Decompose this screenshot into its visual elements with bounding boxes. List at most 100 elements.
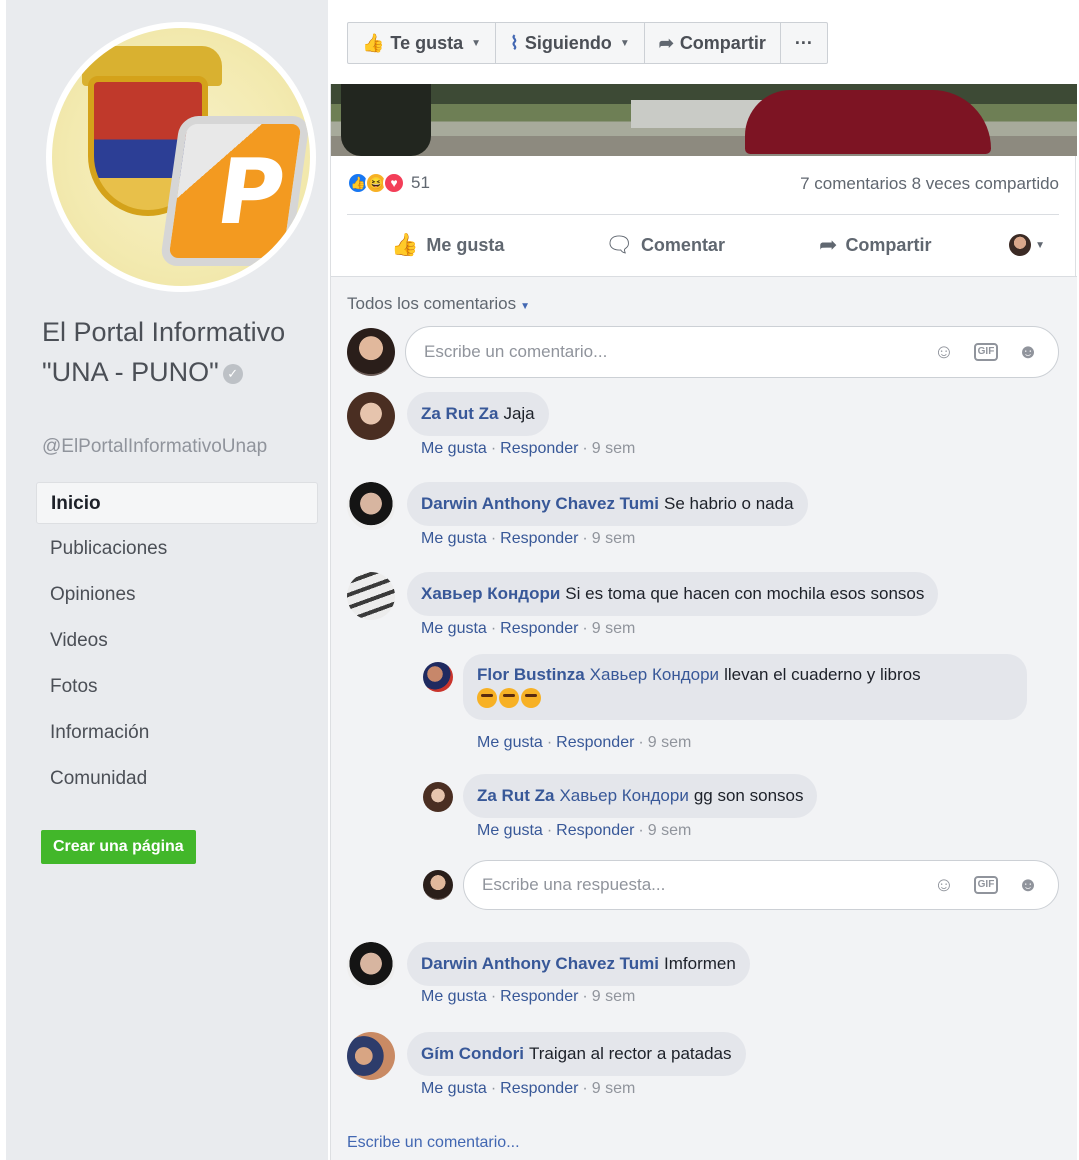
comment-meta: Me gusta · Responder · 9 sem: [421, 988, 636, 1005]
nav-item-comunidad[interactable]: Comunidad: [36, 758, 318, 804]
page-handle[interactable]: @ElPortalInformativoUnap: [42, 436, 267, 458]
comment-meta: Me gusta · Responder · 9 sem: [421, 1080, 636, 1097]
comment-button[interactable]: 🗨 Comentar: [605, 232, 725, 258]
page-title[interactable]: El Portal Informativo "UNA - PUNO" ✓: [42, 312, 322, 392]
comment-reply-link[interactable]: Responder: [500, 620, 578, 637]
avatar[interactable]: [423, 870, 453, 900]
comment-author[interactable]: Darwin Anthony Chavez Tumi: [421, 494, 659, 513]
avatar[interactable]: [347, 482, 395, 530]
comment-bubble: Za Rut Za Jaja: [407, 392, 549, 436]
nav-item-fotos[interactable]: Fotos: [36, 666, 318, 712]
comment-reply-link[interactable]: Responder: [500, 530, 578, 547]
comment-reply-link[interactable]: Responder: [500, 988, 578, 1005]
following-button[interactable]: ⌇ Siguiendo ▼: [496, 23, 645, 63]
comment-text: gg son sonsos: [693, 786, 804, 805]
create-page-button[interactable]: Crear una página: [41, 830, 196, 864]
reply-bubble: Flor Bustinza Хавьер Кондори llevan el cua…: [463, 654, 1027, 720]
comment-like-link[interactable]: Me gusta: [477, 734, 543, 751]
sticker-icon[interactable]: ☻: [1016, 873, 1040, 897]
liked-button[interactable]: 👍 Te gusta ▼: [348, 23, 497, 63]
nav-item-videos[interactable]: Videos: [36, 620, 318, 666]
comment-like-link[interactable]: Me gusta: [421, 440, 487, 457]
comments-count-link[interactable]: 7 comentarios: [800, 174, 907, 193]
avatar[interactable]: [347, 392, 395, 440]
comment-like-link[interactable]: Me gusta: [421, 1080, 487, 1097]
comment-time[interactable]: 9 sem: [648, 822, 692, 839]
portal-logo-shape: P: [159, 116, 310, 266]
comment-time[interactable]: 9 sem: [592, 620, 636, 637]
comment-meta: Me gusta · Responder · 9 sem: [477, 734, 692, 751]
avatar[interactable]: [423, 662, 453, 692]
reply-input[interactable]: [482, 861, 942, 909]
chevron-down-icon: ▼: [619, 37, 630, 49]
comment-time[interactable]: 9 sem: [648, 734, 692, 751]
shares-count-link[interactable]: 8 veces compartido: [912, 174, 1059, 193]
comment-like-link[interactable]: Me gusta: [477, 822, 543, 839]
comment-input[interactable]: [424, 327, 884, 377]
avatar[interactable]: [423, 782, 453, 812]
comment-text: Se habrio o nada: [664, 494, 794, 513]
comments-section: Todos los comentarios▼ ☺ GIF ☻ Za Rut Za…: [331, 276, 1077, 1160]
nav-item-publicaciones[interactable]: Publicaciones: [36, 528, 318, 574]
comment-author[interactable]: Za Rut Za: [421, 404, 498, 423]
nav-item-opiniones[interactable]: Opiniones: [36, 574, 318, 620]
comment-time[interactable]: 9 sem: [592, 1080, 636, 1097]
emoji-icon[interactable]: ☺: [932, 873, 956, 897]
avatar[interactable]: [347, 942, 395, 990]
avatar[interactable]: [347, 572, 395, 620]
verified-check-icon: ✓: [222, 364, 243, 384]
comment-author[interactable]: Za Rut Za: [477, 786, 554, 805]
comment-reply-link[interactable]: Responder: [500, 1080, 578, 1097]
page-logo-image: P: [52, 28, 310, 286]
comment-input-box: ☺ GIF ☻: [405, 326, 1059, 378]
comment-reply-link[interactable]: Responder: [556, 822, 634, 839]
comment-meta: Me gusta · Responder · 9 sem: [421, 620, 636, 637]
comment-text: Si es toma que hacen con mochila esos so…: [565, 584, 925, 603]
page-action-bar: 👍 Te gusta ▼ ⌇ Siguiendo ▼ ➦ Compartir ·…: [347, 22, 828, 64]
post-photo[interactable]: [331, 84, 1077, 156]
nav-item-informacion[interactable]: Información: [36, 712, 318, 758]
gif-icon[interactable]: GIF: [974, 343, 998, 361]
post-stats: 👍 😆 ♥ 51 7 comentarios 8 veces compartid…: [347, 172, 1059, 200]
speech-bubble-icon: 🗨: [605, 232, 633, 257]
comment-time[interactable]: 9 sem: [592, 440, 636, 457]
gif-icon[interactable]: GIF: [974, 876, 998, 894]
divider: [331, 276, 1077, 277]
mention-tag[interactable]: Хавьер Кондори: [590, 665, 719, 684]
chevron-down-icon: ▼: [471, 37, 482, 49]
comment-time[interactable]: 9 sem: [592, 988, 636, 1005]
comment-reply-link[interactable]: Responder: [556, 734, 634, 751]
share-page-button[interactable]: ➦ Compartir: [645, 23, 781, 63]
comment-like-link[interactable]: Me gusta: [421, 530, 487, 547]
comment-author[interactable]: Хавьер Кондори: [421, 584, 560, 603]
emoji-icon[interactable]: ☺: [932, 340, 956, 364]
avatar[interactable]: [347, 1032, 395, 1080]
page-profile-picture[interactable]: P: [46, 22, 316, 292]
heart-eyes-emoji-icon: [499, 688, 519, 708]
post-actions: 👍 Me gusta 🗨 Comentar ➦ Compartir ▼: [347, 222, 1059, 268]
comment-text: Jaja: [503, 404, 535, 423]
avatar: [1009, 234, 1032, 256]
comments-filter-dropdown[interactable]: Todos los comentarios ▼: [347, 294, 530, 314]
more-options-button[interactable]: ···: [781, 23, 827, 63]
share-button[interactable]: ➦ Compartir: [819, 232, 931, 258]
comment-author[interactable]: Gím Condori: [421, 1044, 524, 1063]
comment-meta: Me gusta · Responder · 9 sem: [421, 440, 636, 457]
comment-bubble: Darwin Anthony Chavez Tumi Imformen: [407, 942, 750, 986]
like-button[interactable]: 👍 Me gusta: [391, 232, 504, 258]
share-arrow-icon: ➦: [658, 32, 674, 53]
mention-tag[interactable]: Хавьер Кондори: [559, 786, 688, 805]
nav-item-inicio[interactable]: Inicio: [36, 482, 318, 524]
comment-text: Traigan al rector a patadas: [528, 1044, 732, 1063]
reactions-summary[interactable]: 👍 😆 ♥ 51: [347, 172, 430, 194]
sticker-icon[interactable]: ☻: [1016, 340, 1040, 364]
comment-author[interactable]: Flor Bustinza: [477, 665, 585, 684]
comment-time[interactable]: 9 sem: [592, 530, 636, 547]
comment-reply-link[interactable]: Responder: [500, 440, 578, 457]
comment-like-link[interactable]: Me gusta: [421, 988, 487, 1005]
comment-author[interactable]: Darwin Anthony Chavez Tumi: [421, 954, 659, 973]
comment-like-link[interactable]: Me gusta: [421, 620, 487, 637]
write-comment-link[interactable]: Escribe un comentario...: [347, 1134, 520, 1152]
post-as-selector[interactable]: ▼: [1009, 234, 1045, 256]
avatar[interactable]: [347, 328, 395, 376]
